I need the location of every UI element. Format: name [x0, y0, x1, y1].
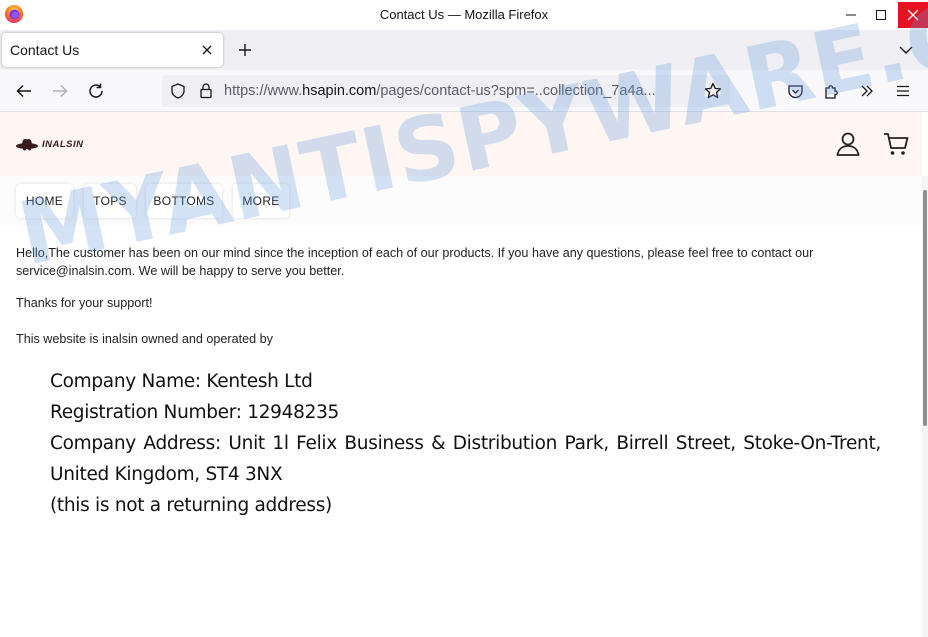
operator-paragraph: This website is inalsin owned and operat…: [16, 332, 273, 346]
tab-contact-us[interactable]: Contact Us: [2, 33, 223, 67]
more-tools-button[interactable]: [856, 80, 878, 102]
tab-close-icon[interactable]: [199, 42, 215, 58]
url-text[interactable]: https://www.hsapin.com/pages/contact-us?…: [224, 83, 694, 99]
new-tab-button[interactable]: [234, 39, 256, 61]
cowboy-hat-icon: [16, 139, 38, 151]
extensions-button[interactable]: [820, 80, 842, 102]
url-scheme: https://www.: [224, 83, 303, 99]
arrow-right-icon: [53, 84, 68, 98]
reload-button[interactable]: [85, 80, 107, 102]
nav-tops[interactable]: TOPS: [84, 184, 136, 218]
intro-paragraph: Hello,The customer has been on our mind …: [16, 246, 814, 278]
arrow-left-icon: [16, 84, 31, 98]
page-scrollbar[interactable]: [922, 176, 928, 637]
close-icon: [907, 9, 919, 21]
maximize-button[interactable]: [866, 0, 896, 30]
registration-number: Registration Number: 12948235: [50, 402, 340, 423]
puzzle-icon: [824, 84, 838, 99]
brand-logo[interactable]: INALSIN: [15, 134, 84, 154]
url-bar[interactable]: https://www.hsapin.com/pages/contact-us?…: [162, 75, 730, 107]
pocket-button[interactable]: [784, 80, 806, 102]
company-address: Company Address: Unit 1l Felix Business …: [50, 433, 881, 485]
scrollbar-thumb[interactable]: [923, 190, 927, 426]
tab-title: Contact Us: [10, 42, 80, 58]
company-name: Company Name: Kentesh Ltd: [50, 371, 313, 392]
app-menu-button[interactable]: [892, 80, 914, 102]
minimize-button[interactable]: [836, 0, 866, 30]
brand-name: INALSIN: [42, 138, 84, 150]
plus-icon: [239, 44, 251, 56]
navigation-toolbar: https://www.hsapin.com/pages/contact-us?…: [0, 70, 928, 112]
thanks-paragraph: Thanks for your support!: [16, 296, 153, 310]
lock-icon[interactable]: [198, 82, 214, 99]
maximize-icon: [876, 10, 886, 20]
reload-icon: [89, 83, 103, 98]
bookmark-star-icon[interactable]: [704, 82, 722, 100]
minimize-icon: [846, 14, 856, 16]
double-chevron-right-icon: [861, 85, 873, 97]
site-header: INALSIN: [0, 112, 922, 176]
window-title: Contact Us — Mozilla Firefox: [379, 7, 549, 22]
close-window-button[interactable]: [898, 2, 928, 28]
forward-button[interactable]: [49, 80, 71, 102]
tab-strip: Contact Us: [0, 30, 928, 70]
url-host: hsapin.com: [302, 83, 377, 99]
hamburger-menu-icon: [897, 85, 909, 97]
cart-icon[interactable]: [882, 130, 910, 158]
pocket-icon: [787, 84, 803, 98]
account-icon[interactable]: [834, 130, 862, 158]
nav-bottoms[interactable]: BOTTOMS: [146, 184, 222, 218]
site-navigation: HOME TOPS BOTTOMS MORE: [0, 176, 922, 226]
url-path: /pages/contact-us?spm=..collection_7a4a.…: [376, 83, 656, 99]
shield-icon[interactable]: [170, 83, 186, 99]
page-content: Hello,The customer has been on our mind …: [0, 226, 922, 637]
back-button[interactable]: [13, 80, 35, 102]
nav-more[interactable]: MORE: [233, 184, 289, 218]
window-titlebar: Contact Us — Mozilla Firefox: [0, 0, 928, 30]
address-note: (this is not a returning address): [50, 495, 332, 516]
nav-home[interactable]: HOME: [16, 184, 73, 218]
chevron-down-icon[interactable]: [896, 40, 916, 60]
